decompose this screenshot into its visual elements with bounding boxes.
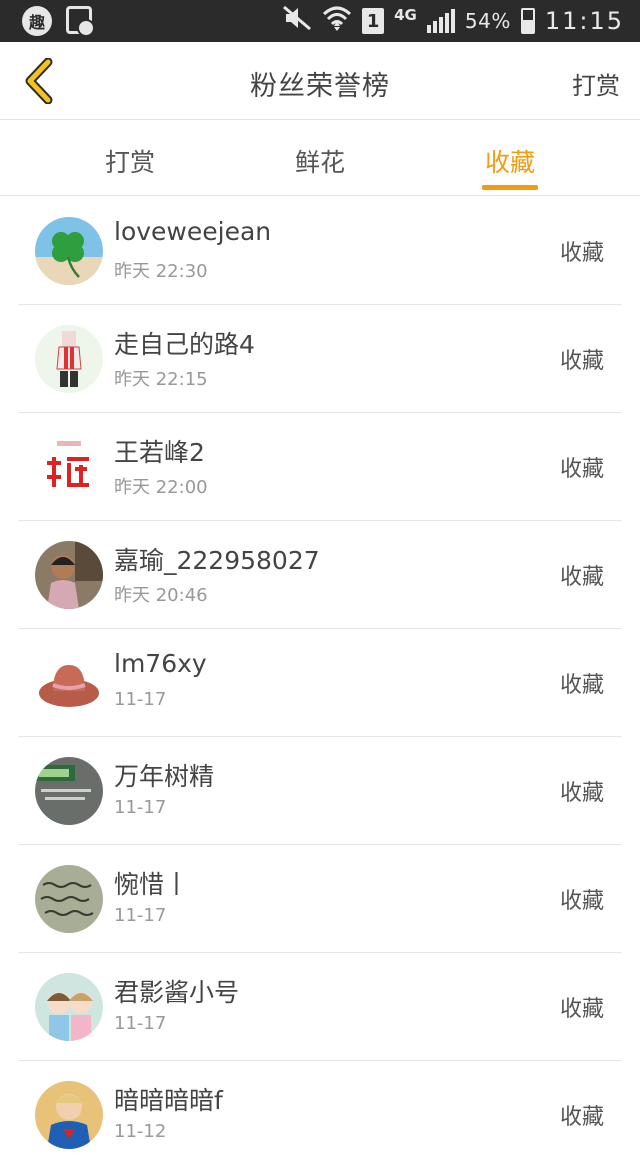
timestamp: 昨天 22:15 [114, 369, 208, 390]
user-name: 惋惜丨 [114, 870, 190, 899]
user-name: lm76xy [114, 649, 207, 678]
favorite-label: 收藏 [559, 1105, 604, 1130]
fan-list: loveweejean 昨天 22:30 收藏 走自己的路4 昨天 22:15 … [0, 197, 640, 1169]
timestamp: 11-17 [114, 905, 167, 926]
timestamp: 11-17 [114, 689, 167, 710]
sign-photo-avatar [35, 757, 103, 825]
reward-button[interactable]: 打赏 [572, 66, 620, 101]
clover-avatar [35, 217, 103, 285]
timestamp: 昨天 22:00 [114, 477, 208, 498]
favorite-label: 收藏 [559, 889, 604, 914]
list-item[interactable]: 君影酱小号 11-17 收藏 [18, 953, 622, 1061]
screenshot-notification-icon [66, 6, 95, 37]
favorite-label: 收藏 [559, 997, 604, 1022]
list-item[interactable]: 嘉瑜_222958027 昨天 20:46 收藏 [18, 521, 622, 629]
favorite-label: 收藏 [559, 781, 604, 806]
child-photo-avatar [35, 541, 103, 609]
handwriting-avatar [35, 865, 103, 933]
user-name: 嘉瑜_222958027 [114, 546, 320, 575]
cowboy-hat-avatar [35, 649, 103, 717]
favorite-label: 收藏 [559, 673, 604, 698]
user-name: 王若峰2 [114, 438, 205, 467]
timestamp: 11-12 [114, 1121, 167, 1142]
battery-percent: 54% [464, 9, 511, 33]
anime-girls-avatar [35, 973, 103, 1041]
timestamp: 昨天 20:46 [114, 585, 208, 606]
list-item[interactable]: 暗暗暗暗f 11-12 收藏 [18, 1061, 622, 1169]
girl-drawing-avatar [35, 325, 103, 393]
user-name: 走自己的路4 [114, 330, 255, 359]
network-type: 4G [394, 6, 417, 24]
status-bar: 趣 1 4G 54% 11:15 [0, 0, 640, 42]
favorite-label: 收藏 [559, 241, 604, 266]
header-bar: 粉丝荣誉榜 打赏 [0, 42, 640, 120]
timestamp: 11-17 [114, 797, 167, 818]
tab-reward[interactable]: 打赏 [60, 143, 200, 179]
user-name: 万年树精 [114, 762, 215, 791]
tab-bar: 打赏 鲜花 收藏 [0, 121, 640, 196]
favorite-label: 收藏 [559, 565, 604, 590]
user-name: 君影酱小号 [114, 978, 240, 1007]
tab-flowers[interactable]: 鲜花 [250, 143, 390, 179]
mute-icon [282, 5, 312, 37]
timestamp: 11-17 [114, 1013, 167, 1034]
list-item[interactable]: 王若峰2 昨天 22:00 收藏 [18, 413, 622, 521]
signal-icon [426, 9, 455, 33]
favorite-label: 收藏 [559, 349, 604, 374]
list-item[interactable]: 走自己的路4 昨天 22:15 收藏 [18, 305, 622, 413]
user-name: 暗暗暗暗f [114, 1086, 223, 1115]
list-item[interactable]: 万年树精 11-17 收藏 [18, 737, 622, 845]
favorite-label: 收藏 [559, 457, 604, 482]
calligraphy-avatar [35, 433, 103, 501]
list-item[interactable]: loveweejean 昨天 22:30 收藏 [18, 197, 622, 305]
battery-icon [520, 8, 535, 34]
clock: 11:15 [544, 7, 624, 35]
tab-favorites[interactable]: 收藏 [440, 143, 580, 179]
app-notification-icon: 趣 [22, 6, 52, 36]
wifi-icon [322, 4, 352, 38]
list-item[interactable]: lm76xy 11-17 收藏 [18, 629, 622, 737]
timestamp: 昨天 22:30 [114, 261, 208, 282]
list-item[interactable]: 惋惜丨 11-17 收藏 [18, 845, 622, 953]
sim-indicator: 1 [362, 8, 385, 34]
active-tab-indicator [482, 185, 538, 190]
page-title: 粉丝荣誉榜 [250, 71, 390, 102]
user-name: loveweejean [114, 217, 272, 246]
kid-superman-avatar [35, 1081, 103, 1149]
